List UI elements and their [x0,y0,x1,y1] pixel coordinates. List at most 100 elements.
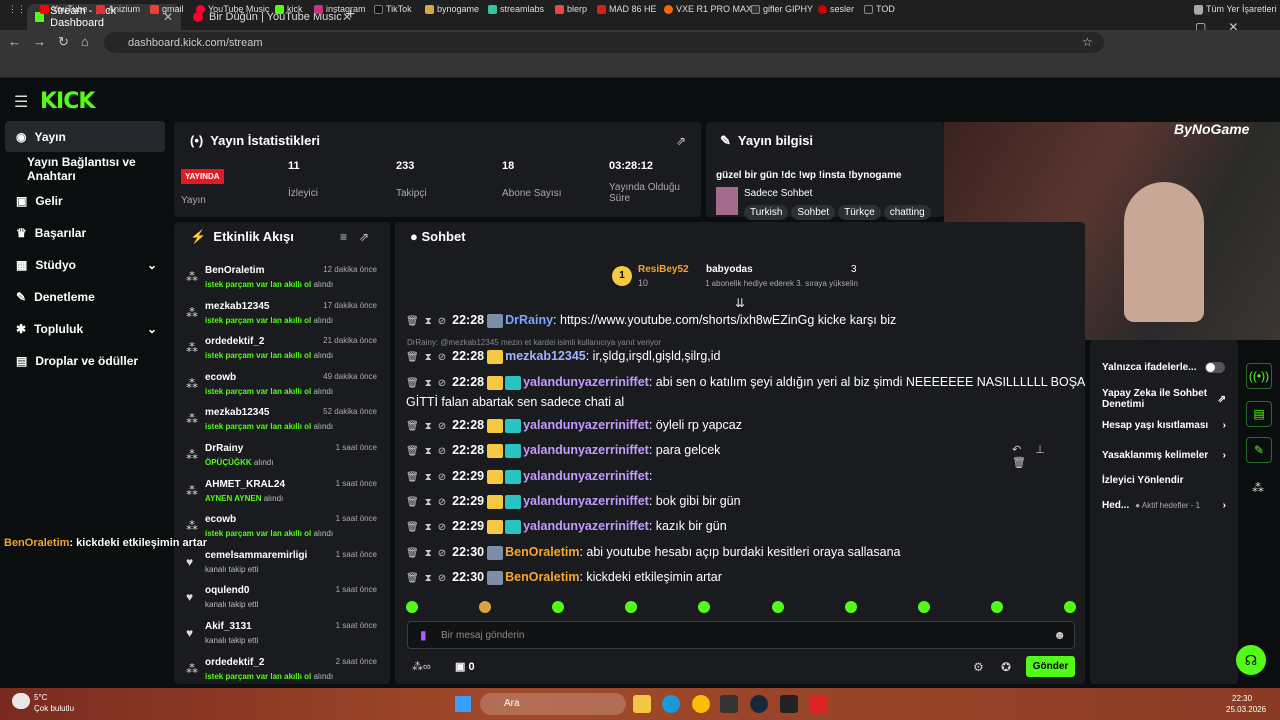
bookmark[interactable]: TikTok [374,4,412,14]
activity-item[interactable]: ⁂ ordedektif_2 21 dakika önce istek parçam … [180,334,385,368]
activity-item[interactable]: ⁂ BenOraletim 12 dakika önce istek parçam v… [180,263,385,297]
host-viewers[interactable]: İzleyici Yönlendir [1102,475,1184,486]
stat-viewers: 11 İzleyici [288,160,319,199]
rank-badge: 1 [612,266,632,286]
sidebar-item-yayin[interactable]: ◉ Yayın [5,121,165,152]
activity-item[interactable]: ♥ Akif_3131 1 saat önce kanalı takip etti [180,619,385,653]
bookmark[interactable]: bynogame [425,4,479,14]
scroll-down-icon[interactable]: ⇊ [735,296,745,310]
chat-message[interactable]: 🗑 ⧗ ⊘ 22:28 yalandunyazerriniffet: öyleli rp… [406,416,1086,436]
stat-followers: 233 Takipçi [396,160,427,199]
bookmark[interactable]: VXE R1 PRO MAX [664,4,752,14]
sub-badge-icon [505,469,522,484]
all-bookmarks[interactable]: Tüm Yer İşaretleri [1194,4,1277,14]
chat-message[interactable]: 🗑 ⧗ ⊘ 22:29 yalandunyazerriniffet: [406,467,1086,487]
chat-message[interactable]: 🗑 ⧗ ⊘ 22:28 yalandunyazerriniffet: para gelc… [406,441,1086,461]
chat-message[interactable]: 🗑 ⧗ ⊘ 22:29 yalandunyazerriniffet: bok gibi … [406,492,1086,512]
account-age[interactable]: Hesap yaşı kısıtlaması › [1102,420,1226,431]
message-actions[interactable]: ↶⊥🗑 [1012,443,1082,469]
ai-moderation[interactable]: Yapay Zeka ile Sohbet Denetimi ⇗ [1102,388,1226,410]
studio-icon: ▦ [16,257,28,272]
bookmark[interactable]: YouTube Music [196,4,269,14]
activity-item[interactable]: ⁂ ecowb 49 dakika önce istek parçam var lan… [180,370,385,404]
bookmark[interactable]: streamlabs [488,4,544,14]
bookmark[interactable]: sesler [818,4,854,14]
filter-icon[interactable]: ≡⇗ [340,230,381,244]
support-button[interactable]: ☊ [1236,645,1266,675]
bookmark[interactable]: gifler GIPHY [751,4,813,14]
wrench-icon[interactable]: ✎ [1246,437,1272,463]
chat-message[interactable]: 🗑 ⧗ ⊘ 22:30 BenOraletim: kickdeki etkileşimi… [406,568,1086,588]
activity-item[interactable]: ♥ cemelsammaremirligi 1 saat önce kanalı t… [180,548,385,582]
settings-icon[interactable]: ⚙ [973,660,984,674]
epic-icon[interactable] [780,695,798,713]
category[interactable]: Sadece Sohbet [744,188,812,199]
banned-words[interactable]: Yasaklanmış kelimeler › [1102,450,1226,461]
community-icon[interactable]: ⁂ [1252,481,1264,495]
bookmark[interactable]: gmail [150,4,184,14]
heart-icon: ♥ [186,554,194,569]
taskbar-search[interactable]: Ara [480,693,626,715]
bookmark[interactable]: instagram [314,4,366,14]
start-icon[interactable] [455,696,471,712]
activity-item[interactable]: ⁂ mezkab12345 17 dakika önce istek parçam v… [180,299,385,333]
reward-icon: ⁂ [186,341,198,356]
edge-icon[interactable] [662,695,680,713]
goals[interactable]: Hed... ● Aktif hedefler - 1 › [1102,500,1226,511]
nav-buttons[interactable]: ←→↻⌂ [8,34,101,50]
broadcast-icon[interactable]: ((•)) [1246,363,1272,389]
layout-icon[interactable]: ▤ [1246,401,1272,427]
activity-item[interactable]: ⁂ ecowb 1 saat önce istek parçam var lan ak… [180,512,385,546]
sidebar-item-basarilar[interactable]: ♛ Başarılar [5,217,165,248]
chat-message[interactable]: 🗑 ⧗ ⊘ 22:28 DrRainy: https://www.youtube.com… [406,311,1086,331]
bookmark[interactable]: Anizium [96,4,140,14]
sidebar-item-denetleme[interactable]: ✎ Denetleme [5,281,165,312]
explorer-icon[interactable] [633,695,651,713]
activity-item[interactable]: ⁂ ordedektif_2 2 saat önce istek parçam var… [180,655,385,689]
bookmark[interactable]: MAD 86 HE [597,4,657,14]
activity-item[interactable]: ⁂ AHMET_KRAL24 1 saat önce AYNEN AYNEN alın… [180,477,385,511]
chat-input[interactable]: ▮ Bir mesaj gönderin ☻ [407,621,1075,649]
sidebar-item-gelir[interactable]: ▣ Gelir [5,185,165,216]
chat-message[interactable]: 🗑 ⧗ ⊘ 22:30 BenOraletim: abi youtube hesabı … [406,543,1086,563]
apps-icon[interactable]: ⋮⋮ [8,4,26,15]
activity-item[interactable]: ⁂ DrRainy 1 saat önce ÖPÜÇÜĞKK alındı [180,441,385,475]
emote-only-toggle[interactable]: Yalnızca ifadelerle... [1102,362,1225,373]
star-icon[interactable]: ☆ [1082,35,1093,49]
bookmark[interactable]: TOD [864,4,895,14]
sidebar-item-stream-key[interactable]: Yayın Bağlantısı ve Anahtarı [5,153,165,184]
sub-badge-icon [505,443,522,458]
bookmarks-bar [0,56,1280,78]
chat-message[interactable]: 🗑 ⧗ ⊘ 22:29 yalandunyazerriniffet: kazık bir… [406,517,1086,537]
emote-bar[interactable] [406,601,1076,615]
chevron-down-icon: ⌄ [146,321,157,336]
bookmark[interactable]: blerp [555,4,587,14]
bookmark[interactable]: YouTube [40,4,87,14]
app-icon[interactable] [720,695,738,713]
popout-icon[interactable]: ⇗ [676,134,686,148]
bookmark[interactable]: kick [275,4,303,14]
menu-icon[interactable]: ☰ [14,92,28,112]
steam-icon[interactable] [750,695,768,713]
app-icon[interactable] [810,695,828,713]
live-badge: YAYINDA [181,169,224,184]
sidebar-item-studyo[interactable]: ▦ Stüdyo ⌄ [5,249,165,280]
chrome-icon[interactable] [692,695,710,713]
url-input[interactable]: dashboard.kick.com/stream [104,32,1104,53]
sidebar-item-droplar[interactable]: ▤ Droplar ve ödüller [5,345,165,376]
send-button[interactable]: Gönder [1026,656,1075,677]
chat-message[interactable]: 🗑 ⧗ ⊘ 22:28 yalandunyazerriniffet: abi sen o… [406,373,1086,412]
points-icon[interactable]: ⁂∞ [412,660,431,673]
activity-item[interactable]: ♥ oqulend0 1 saat önce kanalı takip etti [180,583,385,617]
gifter-name[interactable]: babyodas [706,264,753,275]
avatar [487,313,504,328]
chat-message[interactable]: 🗑 ⧗ ⊘ 22:28 mezkab12345: ir,şldg,irşdl,gişld… [406,347,1086,367]
mod-icon[interactable]: ✪ [1001,660,1011,674]
sidebar-item-topluluk[interactable]: ✱ Topluluk ⌄ [5,313,165,344]
timeout-icon: ⧗ [424,548,432,559]
reward-icon: ⁂ [186,483,198,498]
pinned-user[interactable]: ResiBey52 [638,264,689,275]
broadcast-icon: ◉ [16,129,27,144]
activity-item[interactable]: ⁂ mezkab12345 52 dakika önce istek parçam v… [180,405,385,439]
stream-title: güzel bir gün !dc !wp !insta !bynogame [716,170,902,181]
